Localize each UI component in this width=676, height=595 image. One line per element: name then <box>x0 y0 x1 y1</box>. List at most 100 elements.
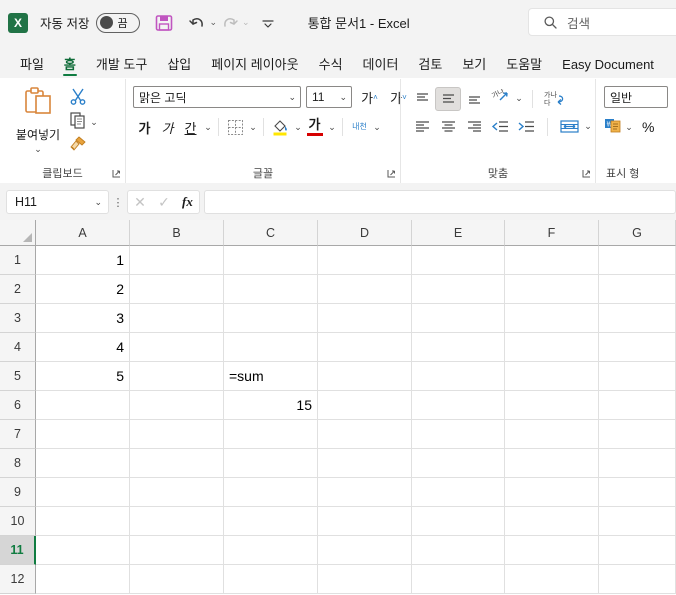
row-header-9[interactable]: 9 <box>0 478 36 507</box>
copy-dropdown-caret-icon[interactable]: ⌄ <box>89 117 99 128</box>
cell-g7[interactable] <box>599 420 676 449</box>
row-header-3[interactable]: 3 <box>0 304 36 333</box>
row-header-7[interactable]: 7 <box>0 420 36 449</box>
tab-help[interactable]: 도움말 <box>496 58 552 78</box>
cell-g11[interactable] <box>599 536 676 565</box>
cell-f5[interactable] <box>505 362 599 391</box>
row-header-1[interactable]: 1 <box>0 246 36 275</box>
cell-b5[interactable] <box>130 362 224 391</box>
alignment-dialog-launcher-icon[interactable] <box>582 169 591 180</box>
cell-c7[interactable] <box>224 420 318 449</box>
cell-d9[interactable] <box>318 478 412 507</box>
cell-e4[interactable] <box>412 333 505 362</box>
cell-c5[interactable]: =sum <box>224 362 318 391</box>
cell-e5[interactable] <box>412 362 505 391</box>
cell-e7[interactable] <box>412 420 505 449</box>
cell-g2[interactable] <box>599 275 676 304</box>
align-top-icon[interactable] <box>409 87 435 111</box>
cell-d12[interactable] <box>318 565 412 594</box>
row-header-5[interactable]: 5 <box>0 362 36 391</box>
cell-e1[interactable] <box>412 246 505 275</box>
underline-dropdown-caret-icon[interactable]: ⌄ <box>203 122 213 133</box>
formula-bar-menu-icon[interactable]: ⋮ <box>109 196 127 209</box>
cell-f2[interactable] <box>505 275 599 304</box>
cell-g5[interactable] <box>599 362 676 391</box>
cell-d6[interactable] <box>318 391 412 420</box>
cell-g12[interactable] <box>599 565 676 594</box>
cell-d11[interactable] <box>318 536 412 565</box>
cell-c6[interactable]: 15 <box>224 391 318 420</box>
worksheet-grid[interactable]: A B C D E F G 1 1 2 2 3 3 4 4 5 5 =sum 6… <box>0 220 676 595</box>
cell-e3[interactable] <box>412 304 505 333</box>
quick-access-more-icon[interactable] <box>258 9 278 37</box>
name-box[interactable]: H11 ⌄ <box>6 190 109 214</box>
fill-color-icon[interactable] <box>269 116 292 138</box>
cancel-formula-icon[interactable]: ✕ <box>134 194 146 211</box>
cell-a4[interactable]: 4 <box>36 333 130 362</box>
search-input[interactable]: 검색 <box>528 8 676 36</box>
borders-icon[interactable] <box>224 116 247 138</box>
cell-f10[interactable] <box>505 507 599 536</box>
cell-b4[interactable] <box>130 333 224 362</box>
cell-a3[interactable]: 3 <box>36 304 130 333</box>
cell-f1[interactable] <box>505 246 599 275</box>
phonetic-guide-icon[interactable]: 내천 <box>348 116 371 138</box>
align-center-icon[interactable] <box>435 115 461 139</box>
row-header-8[interactable]: 8 <box>0 449 36 478</box>
cell-d5[interactable] <box>318 362 412 391</box>
cell-b12[interactable] <box>130 565 224 594</box>
column-header-b[interactable]: B <box>130 220 224 246</box>
clipboard-dialog-launcher-icon[interactable] <box>112 169 121 180</box>
row-header-2[interactable]: 2 <box>0 275 36 304</box>
column-header-f[interactable]: F <box>505 220 599 246</box>
cell-b2[interactable] <box>130 275 224 304</box>
cell-b7[interactable] <box>130 420 224 449</box>
cell-g8[interactable] <box>599 449 676 478</box>
cell-a8[interactable] <box>36 449 130 478</box>
cell-a7[interactable] <box>36 420 130 449</box>
cell-f11[interactable] <box>505 536 599 565</box>
cell-f8[interactable] <box>505 449 599 478</box>
column-header-g[interactable]: G <box>599 220 676 246</box>
tab-home[interactable]: 홈 <box>54 58 86 78</box>
cell-a2[interactable]: 2 <box>36 275 130 304</box>
column-header-c[interactable]: C <box>224 220 318 246</box>
cell-a1[interactable]: 1 <box>36 246 130 275</box>
cell-c2[interactable] <box>224 275 318 304</box>
cell-c1[interactable] <box>224 246 318 275</box>
cell-a12[interactable] <box>36 565 130 594</box>
cell-d2[interactable] <box>318 275 412 304</box>
decrease-indent-icon[interactable] <box>487 115 513 139</box>
cell-e2[interactable] <box>412 275 505 304</box>
insert-function-icon[interactable]: fx <box>182 194 193 210</box>
cell-g9[interactable] <box>599 478 676 507</box>
cell-f7[interactable] <box>505 420 599 449</box>
cell-b9[interactable] <box>130 478 224 507</box>
number-format-combobox[interactable]: 일반 <box>604 86 668 108</box>
name-box-caret-icon[interactable]: ⌄ <box>94 197 102 208</box>
cell-g6[interactable] <box>599 391 676 420</box>
wrap-text-icon[interactable]: 가나 다 <box>541 87 575 111</box>
row-header-4[interactable]: 4 <box>0 333 36 362</box>
font-size-combobox[interactable]: 11 ⌄ <box>306 86 352 108</box>
cut-icon[interactable] <box>68 86 88 111</box>
row-header-11[interactable]: 11 <box>0 536 36 565</box>
phonetic-guide-dropdown-caret-icon[interactable]: ⌄ <box>372 122 382 133</box>
save-icon[interactable] <box>150 9 178 37</box>
select-all-corner[interactable] <box>0 220 36 246</box>
font-color-dropdown-caret-icon[interactable]: ⌄ <box>327 122 337 133</box>
font-color-button[interactable]: 가 <box>303 116 326 138</box>
format-painter-icon[interactable] <box>68 134 88 159</box>
tab-easy-document[interactable]: Easy Document <box>552 58 664 78</box>
cell-e10[interactable] <box>412 507 505 536</box>
cell-e9[interactable] <box>412 478 505 507</box>
cell-d8[interactable] <box>318 449 412 478</box>
align-left-icon[interactable] <box>409 115 435 139</box>
cell-f9[interactable] <box>505 478 599 507</box>
cell-b3[interactable] <box>130 304 224 333</box>
cell-g10[interactable] <box>599 507 676 536</box>
align-bottom-icon[interactable] <box>461 87 487 111</box>
italic-button[interactable]: 가 <box>156 116 179 138</box>
copy-icon[interactable] <box>68 110 88 135</box>
percent-style-button[interactable]: % <box>642 119 654 135</box>
